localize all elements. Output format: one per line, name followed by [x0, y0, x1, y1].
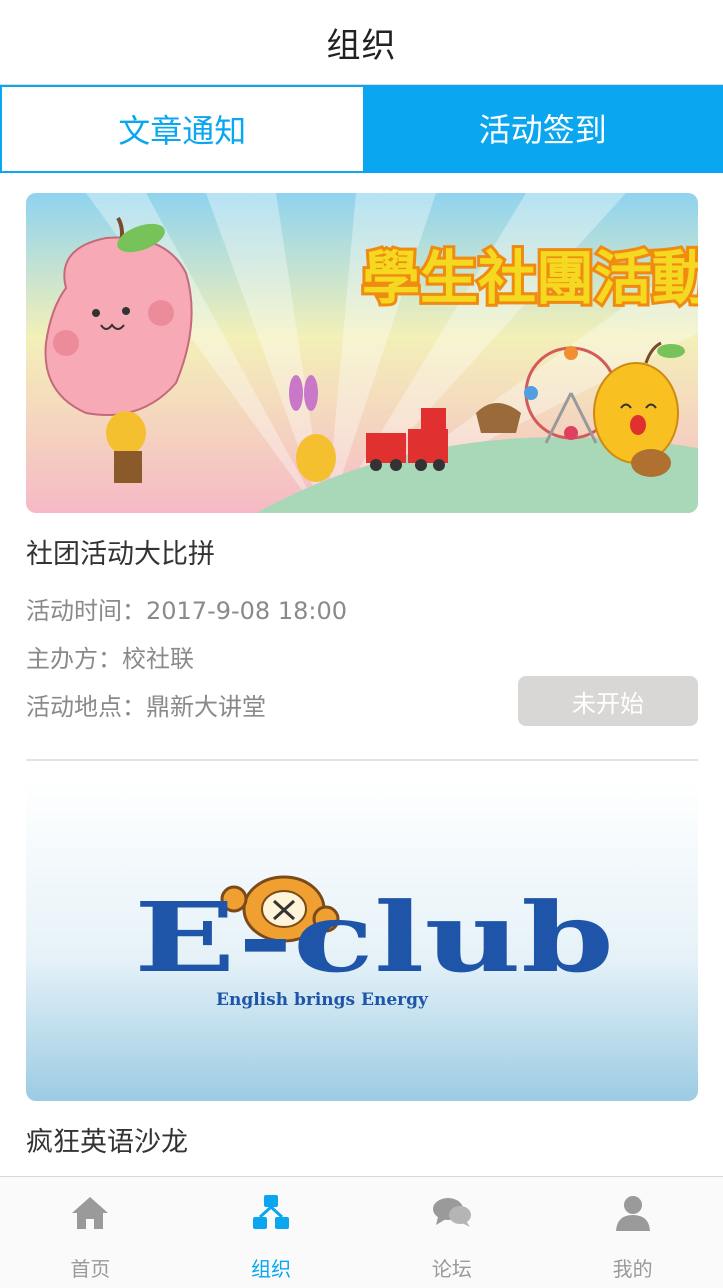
activity-title: 社团活动大比拼 [26, 535, 698, 575]
user-icon [613, 1193, 653, 1233]
status-button[interactable]: 未开始 [518, 676, 698, 726]
page-title: 组织 [327, 18, 397, 67]
chat-bubbles-icon [432, 1193, 472, 1233]
tab-home[interactable]: 首页 [0, 1177, 181, 1288]
activity-list[interactable]: 學生社團活動 [0, 173, 723, 1176]
tab-profile[interactable]: 我的 [542, 1177, 723, 1288]
tab-profile-label: 我的 [613, 1253, 653, 1282]
tab-forum[interactable]: 论坛 [362, 1177, 543, 1288]
activity-banner-image: E-club English brings Energy [26, 781, 698, 1101]
activity-banner-image: 學生社團活動 [26, 193, 698, 513]
organization-icon [251, 1193, 291, 1233]
bottom-tab-bar: 首页 组织 论坛 我的 [0, 1176, 723, 1288]
banner-title: 學生社團活動 [362, 244, 698, 312]
tab-organization[interactable]: 组织 [181, 1177, 362, 1288]
home-icon [70, 1193, 110, 1233]
tab-article-notice[interactable]: 文章通知 [0, 85, 363, 171]
activity-time: 活动时间：2017-9-08 18:00 [26, 587, 698, 635]
divider [26, 759, 698, 761]
nav-bar: 组织 [0, 0, 723, 85]
tab-organization-label: 组织 [251, 1253, 291, 1282]
activity-title: 疯狂英语沙龙 [26, 1123, 698, 1163]
activity-card[interactable]: 學生社團活動 [26, 193, 698, 731]
eclub-slogan: English brings Energy [216, 990, 429, 1010]
tab-forum-label: 论坛 [432, 1253, 472, 1282]
eclub-title: E-club [134, 881, 614, 994]
segment-tabs: 文章通知 活动签到 [0, 85, 723, 173]
tab-activity-checkin[interactable]: 活动签到 [363, 85, 723, 171]
activity-card[interactable]: E-club English brings Energy 疯狂英语沙龙 [26, 781, 698, 1163]
tab-home-label: 首页 [70, 1253, 110, 1282]
